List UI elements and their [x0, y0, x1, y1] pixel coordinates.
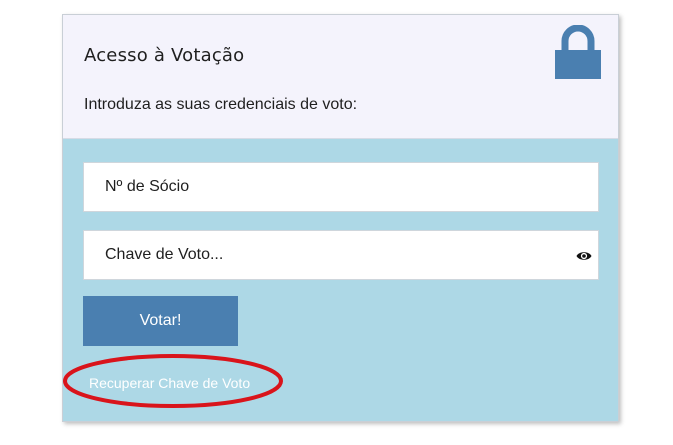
page-title: Acesso à Votação: [84, 45, 245, 66]
instructions-text: Introduza as suas credenciais de voto:: [84, 96, 358, 113]
vote-key-field[interactable]: [83, 230, 599, 280]
recover-key-link[interactable]: Recuperar Chave de Voto: [89, 375, 250, 391]
member-number-field[interactable]: [83, 162, 599, 212]
vote-key-input[interactable]: [84, 231, 598, 279]
login-form: Votar! Recuperar Chave de Voto: [63, 139, 618, 421]
lock-icon: [555, 25, 601, 79]
vote-button[interactable]: Votar!: [83, 296, 238, 346]
card-header: Acesso à Votação Introduza as suas crede…: [63, 15, 618, 139]
voting-login-card: Acesso à Votação Introduza as suas crede…: [62, 14, 619, 422]
eye-icon[interactable]: [576, 250, 592, 262]
member-number-input[interactable]: [84, 163, 598, 211]
